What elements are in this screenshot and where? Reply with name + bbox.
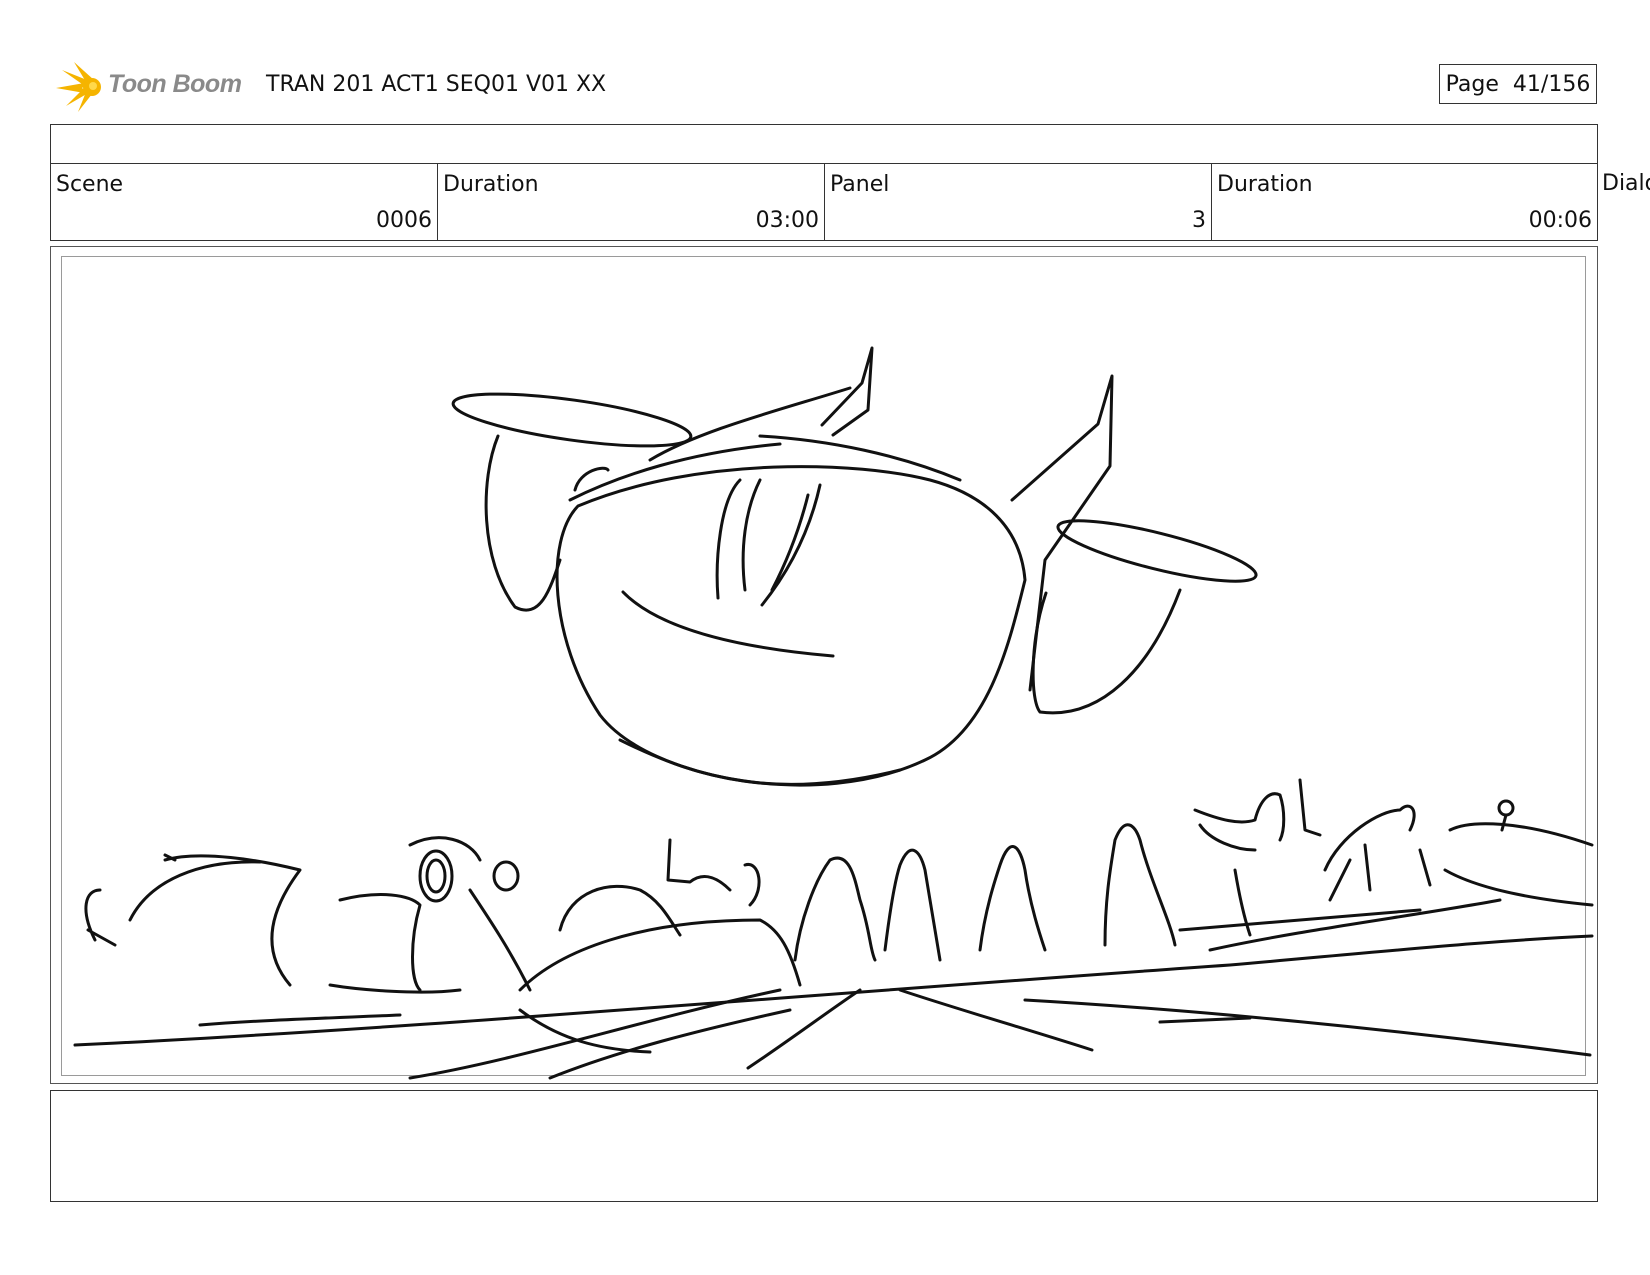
dialog-label: Dialo bbox=[1602, 171, 1650, 196]
page-indicator: Page 41/156 bbox=[1439, 64, 1597, 104]
panel-image-area bbox=[61, 256, 1586, 1076]
scene-value: 0006 bbox=[376, 208, 432, 233]
scene-label: Scene bbox=[56, 172, 124, 197]
logo-wordmark: Toon Boom bbox=[108, 70, 242, 98]
panel-duration-cell: Duration 00:06 bbox=[1212, 164, 1597, 240]
panel-info-row: Scene 0006 Duration 03:00 Panel 3 Durati… bbox=[50, 163, 1598, 241]
panel-duration-label: Duration bbox=[1217, 172, 1313, 197]
sequence-bar bbox=[50, 124, 1598, 164]
panel-notes-box bbox=[50, 1090, 1598, 1202]
document-title: TRAN 201 ACT1 SEQ01 V01 XX bbox=[266, 72, 607, 97]
panel-label: Panel bbox=[830, 172, 890, 197]
scene-duration-value: 03:00 bbox=[755, 208, 819, 233]
panel-duration-value: 00:06 bbox=[1528, 208, 1592, 233]
scene-duration-cell: Duration 03:00 bbox=[438, 164, 825, 240]
panel-value: 3 bbox=[1192, 208, 1206, 233]
panel-cell: Panel 3 bbox=[825, 164, 1212, 240]
scene-duration-label: Duration bbox=[443, 172, 539, 197]
scene-cell: Scene 0006 bbox=[51, 164, 438, 240]
page-label: Page bbox=[1445, 71, 1499, 97]
page-number: 41/156 bbox=[1512, 71, 1591, 97]
